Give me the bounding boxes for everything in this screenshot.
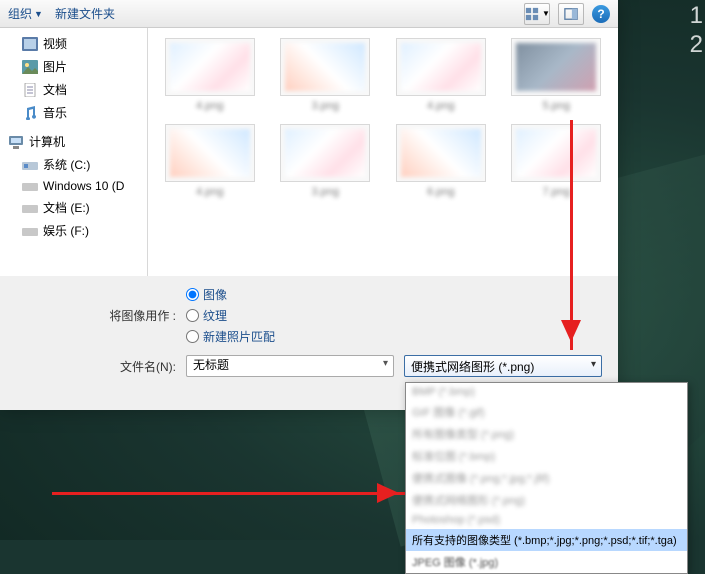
radio-input[interactable]	[186, 309, 199, 322]
file-item[interactable]: 5.png	[503, 38, 611, 112]
use-image-as-label: 将图像用作 :	[16, 307, 186, 324]
file-item[interactable]: 3.png	[272, 38, 380, 112]
drive-icon	[22, 201, 38, 215]
file-label: 4.png	[196, 100, 224, 112]
filetype-dropdown-list: BMP (*.bmp) GIF 图像 (*.gif) 所有图像类型 (*.png…	[405, 382, 688, 574]
sidebar-label: 文档 (E:)	[43, 199, 90, 216]
computer-icon	[8, 135, 24, 149]
file-item[interactable]: 7.png	[503, 124, 611, 198]
file-label: 7.png	[542, 186, 570, 198]
dropdown-item[interactable]: 便携式网络图形 (*.png)	[406, 489, 687, 511]
dropdown-item[interactable]: Photoshop (*.psd)	[406, 511, 687, 529]
sidebar-label: 娱乐 (F:)	[43, 222, 89, 239]
radio-texture[interactable]: 纹理	[186, 307, 275, 324]
sidebar-item-drive-c[interactable]: 系统 (C:)	[0, 153, 147, 176]
file-thumbnail	[165, 124, 255, 182]
chevron-down-icon: ▼	[542, 9, 550, 18]
dropdown-item[interactable]: JPEG 图像 (*.jpg)	[406, 551, 687, 573]
file-thumbnail	[396, 124, 486, 182]
sidebar-label: 音乐	[43, 104, 67, 121]
sidebar-label: 视频	[43, 35, 67, 52]
dropdown-item[interactable]: 便携式图像 (*.png;*.jpg;*.jfif)	[406, 467, 687, 489]
clock-widget: 12	[690, 2, 703, 60]
file-item[interactable]: 4.png	[387, 38, 495, 112]
radio-label: 图像	[203, 286, 227, 303]
help-button[interactable]: ?	[592, 5, 610, 23]
file-label: 4.png	[196, 186, 224, 198]
file-open-dialog: 组织 ▼ 新建文件夹 ▼ ? 视频 图片	[0, 0, 618, 410]
pictures-icon	[22, 60, 38, 74]
drive-icon	[22, 179, 38, 193]
file-item[interactable]: 4.png	[156, 124, 264, 198]
file-thumbnail	[511, 124, 601, 182]
preview-pane-icon	[563, 7, 579, 21]
file-label: 4.png	[427, 100, 455, 112]
sidebar-item-drive-f[interactable]: 娱乐 (F:)	[0, 219, 147, 242]
filetype-selected: 便携式网络图形 (*.png)	[411, 358, 534, 375]
radio-input[interactable]	[186, 330, 199, 343]
dropdown-item[interactable]: 所有图像类型 (*.png)	[406, 423, 687, 445]
filetype-dropdown[interactable]: 便携式网络图形 (*.png)	[404, 355, 602, 377]
sidebar-item-video[interactable]: 视频	[0, 32, 147, 55]
dialog-bottom-panel: 将图像用作 : 图像 纹理 新建照片匹配 文件名(N): 无标题 便携式网络图形…	[0, 276, 618, 391]
sidebar-item-drive-e[interactable]: 文档 (E:)	[0, 196, 147, 219]
drive-icon	[22, 224, 38, 238]
sidebar-item-music[interactable]: 音乐	[0, 101, 147, 124]
dropdown-item[interactable]: 标准位图 (*.bmp)	[406, 445, 687, 467]
dialog-toolbar: 组织 ▼ 新建文件夹 ▼ ?	[0, 0, 618, 28]
file-label: 3.png	[311, 100, 339, 112]
new-folder-button[interactable]: 新建文件夹	[55, 5, 115, 22]
file-thumbnail	[280, 38, 370, 96]
radio-image[interactable]: 图像	[186, 286, 275, 303]
sidebar-item-drive-d[interactable]: Windows 10 (D	[0, 176, 147, 196]
chevron-down-icon: ▼	[34, 9, 43, 19]
sidebar-item-computer[interactable]: 计算机	[0, 130, 147, 153]
sidebar-label: 图片	[43, 58, 67, 75]
sidebar-item-documents[interactable]: 文档	[0, 78, 147, 101]
dropdown-item[interactable]: GIF 图像 (*.gif)	[406, 401, 687, 423]
radio-photo-match[interactable]: 新建照片匹配	[186, 328, 275, 345]
file-grid: 4.png 3.png 4.png 5.png 4.png 3.png 6.pn…	[148, 28, 618, 276]
filename-label: 文件名(N):	[16, 358, 186, 375]
file-label: 5.png	[542, 100, 570, 112]
dropdown-item[interactable]: BMP (*.bmp)	[406, 383, 687, 401]
filename-input[interactable]: 无标题	[186, 355, 394, 377]
file-label: 3.png	[311, 186, 339, 198]
drive-icon	[22, 158, 38, 172]
file-thumbnail	[280, 124, 370, 182]
organize-label: 组织	[8, 5, 32, 22]
sidebar-label: 系统 (C:)	[43, 156, 90, 173]
file-label: 6.png	[427, 186, 455, 198]
preview-pane-button[interactable]	[558, 3, 584, 25]
dropdown-item-all-supported[interactable]: 所有支持的图像类型 (*.bmp;*.jpg;*.png;*.psd;*.tif…	[406, 529, 687, 551]
document-icon	[22, 83, 38, 97]
filename-value: 无标题	[193, 358, 229, 372]
radio-label: 新建照片匹配	[203, 328, 275, 345]
sidebar-item-pictures[interactable]: 图片	[0, 55, 147, 78]
file-thumbnail	[511, 38, 601, 96]
navigation-sidebar: 视频 图片 文档 音乐 计算机 系统 (C:)	[0, 28, 148, 276]
radio-input[interactable]	[186, 288, 199, 301]
file-thumbnail	[165, 38, 255, 96]
view-options-button[interactable]: ▼	[524, 3, 550, 25]
video-icon	[22, 37, 38, 51]
thumbnails-icon	[524, 7, 540, 21]
file-thumbnail	[396, 38, 486, 96]
help-icon: ?	[597, 7, 604, 21]
radio-label: 纹理	[203, 307, 227, 324]
file-item[interactable]: 6.png	[387, 124, 495, 198]
file-item[interactable]: 4.png	[156, 38, 264, 112]
file-item[interactable]: 3.png	[272, 124, 380, 198]
sidebar-label: 文档	[43, 81, 67, 98]
music-icon	[22, 106, 38, 120]
organize-button[interactable]: 组织 ▼	[8, 5, 43, 22]
sidebar-label: Windows 10 (D	[43, 179, 124, 193]
sidebar-label: 计算机	[29, 133, 65, 150]
